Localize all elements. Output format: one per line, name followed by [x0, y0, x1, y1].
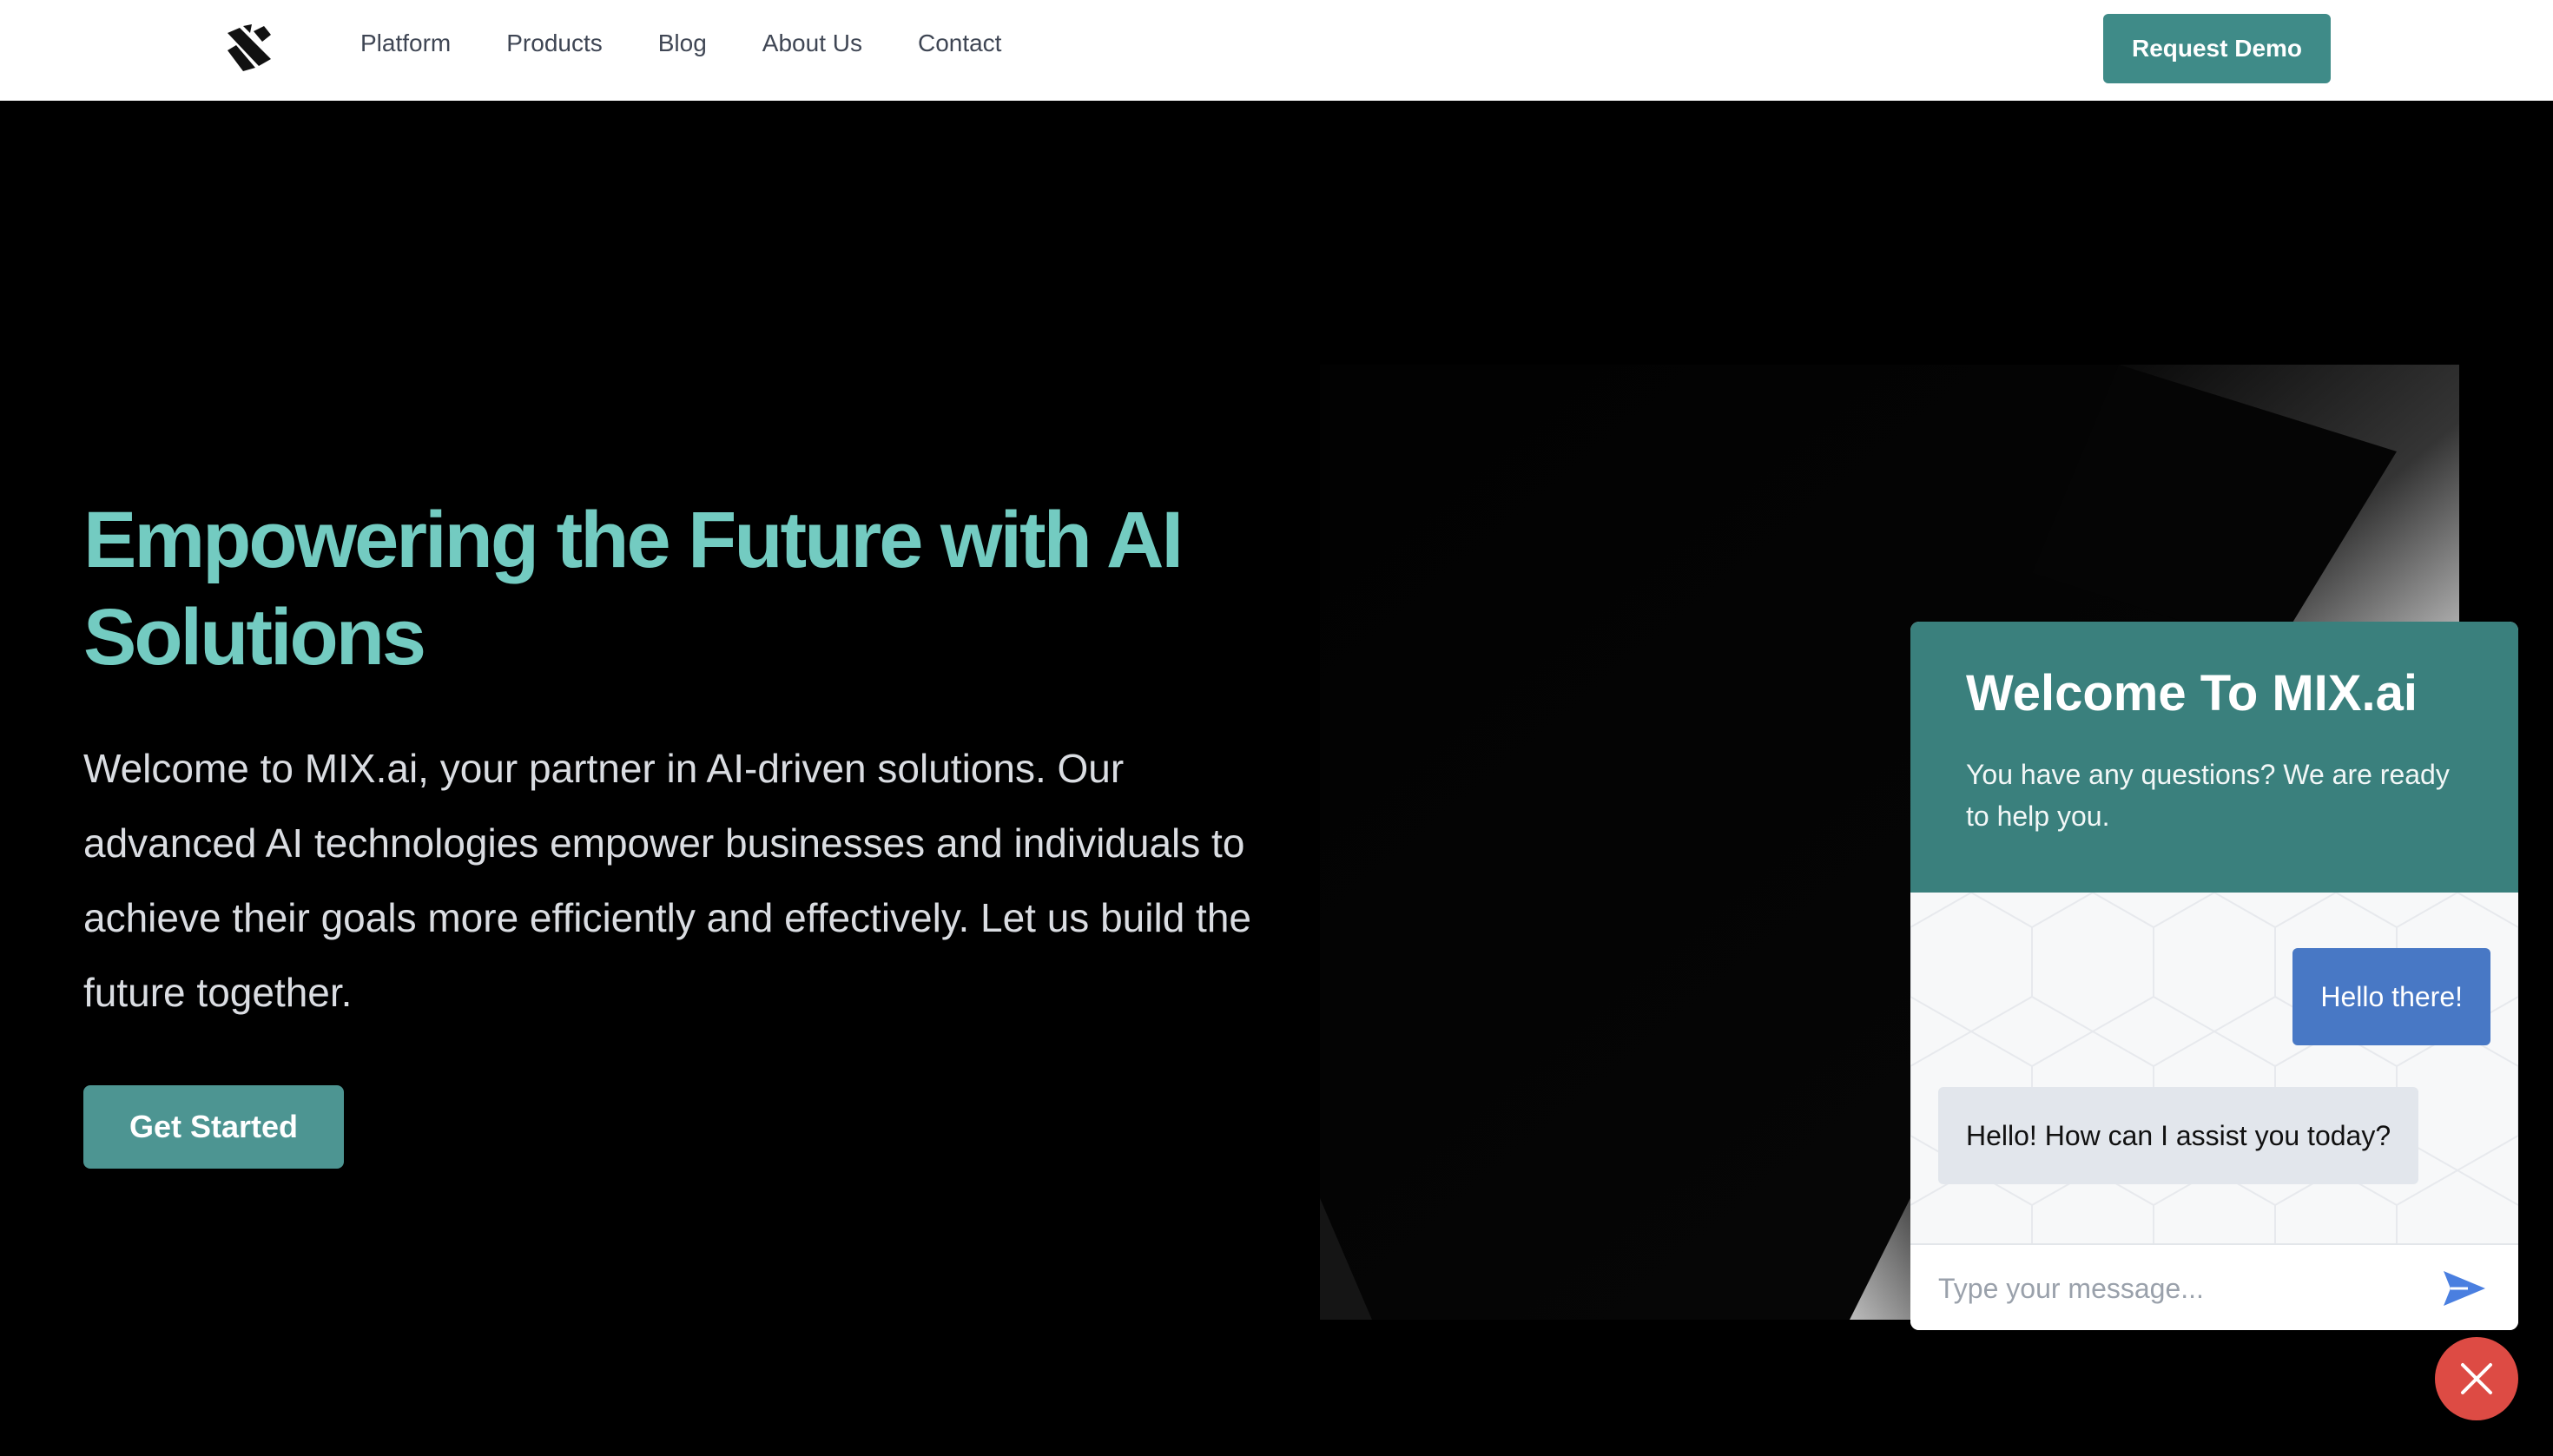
- nav-item-contact[interactable]: Contact: [918, 26, 1002, 61]
- hero-description: Welcome to MIX.ai, your partner in AI-dr…: [83, 746, 1252, 1015]
- chat-messages: Hello there! Hello! How can I assist you…: [1910, 893, 2518, 1254]
- chat-header: Welcome To MIX.ai You have any questions…: [1910, 622, 2518, 893]
- nav-item-about-us[interactable]: About Us: [762, 26, 862, 61]
- chat-background-pattern: [1910, 893, 2518, 1254]
- close-chat-button[interactable]: [2435, 1337, 2518, 1420]
- chat-message-bot: Hello! How can I assist you today?: [1938, 1087, 2419, 1184]
- nav-item-products[interactable]: Products: [506, 26, 603, 61]
- mix-logo-icon[interactable]: [224, 23, 274, 73]
- chat-input-bar: [1910, 1243, 2518, 1330]
- nav-item-platform[interactable]: Platform: [360, 26, 451, 61]
- chat-title: Welcome To MIX.ai: [1966, 665, 2418, 721]
- nav-item-blog[interactable]: Blog: [658, 26, 707, 61]
- top-navbar: Platform Products Blog About Us Contact …: [0, 0, 2553, 101]
- send-icon[interactable]: [2442, 1266, 2487, 1311]
- chat-widget: Welcome To MIX.ai You have any questions…: [1910, 622, 2518, 1330]
- get-started-button[interactable]: Get Started: [83, 1085, 344, 1169]
- chat-subtitle: You have any questions? We are ready to …: [1966, 759, 2450, 832]
- page: Platform Products Blog About Us Contact …: [0, 0, 2553, 1456]
- main-nav: Platform Products Blog About Us Contact: [360, 26, 1057, 61]
- chat-message-input[interactable]: [1938, 1262, 2424, 1314]
- hero-title: Empowering the Future with AI Solutions: [83, 496, 1184, 682]
- request-demo-button[interactable]: Request Demo: [2103, 14, 2331, 83]
- close-icon: [2461, 1363, 2492, 1394]
- chat-message-user: Hello there!: [2292, 948, 2490, 1045]
